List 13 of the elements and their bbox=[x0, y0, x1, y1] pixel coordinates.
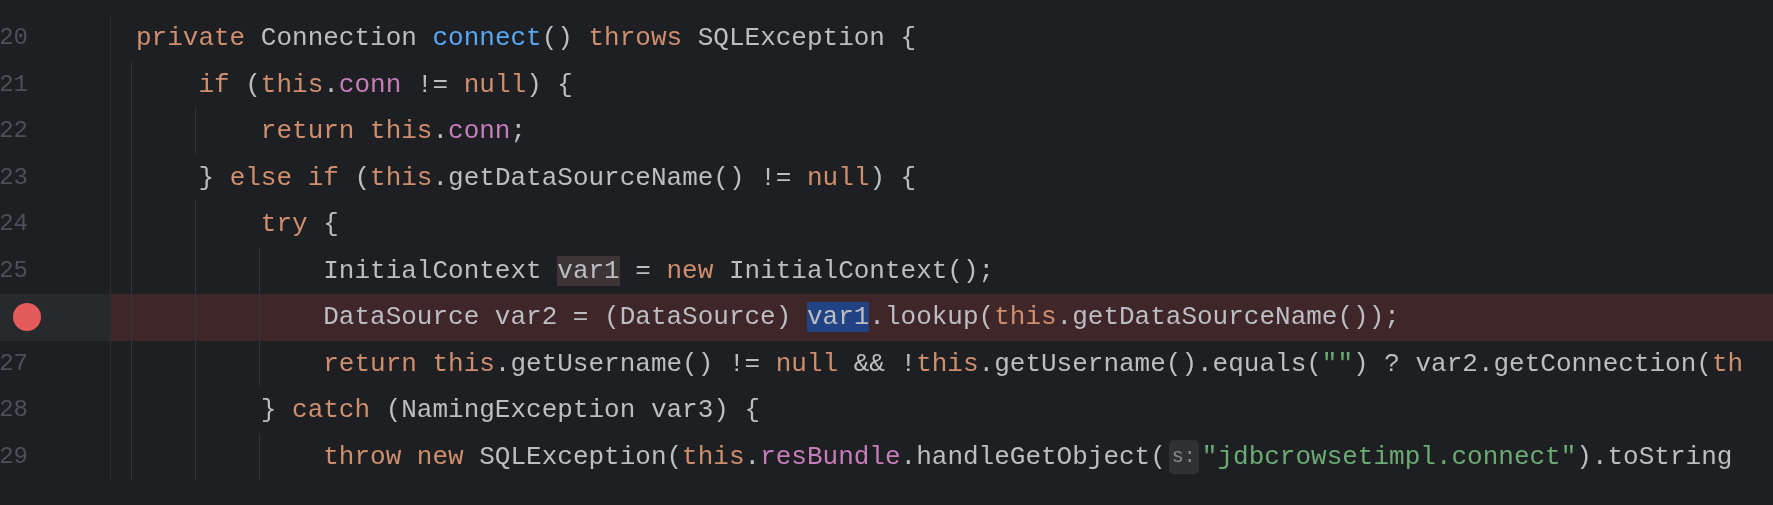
code-text: if (this.conn != null) { bbox=[197, 68, 573, 102]
code-text: } catch (NamingException var3) { bbox=[259, 394, 761, 428]
code-text: return this.conn; bbox=[259, 115, 527, 149]
code-text: private Connection connect() throws SQLException { bbox=[136, 22, 917, 56]
code-text: } else if (this.getDataSourceName() != null) { bbox=[197, 161, 917, 195]
code-text: throw new SQLException(this.resBundle.handleGetObject( bbox=[322, 440, 1166, 474]
code-text: "jdbcrowsetimpl.connect").toString bbox=[1201, 440, 1733, 474]
parameter-hint: s: bbox=[1168, 439, 1199, 474]
code-text: DataSource var2 = (DataSource) var1.lookup(this.getDataSourceName()); bbox=[322, 301, 1400, 335]
code-text: try { bbox=[259, 208, 339, 242]
code-text: return this.getUsername() != null && !this.getUsername().equals("") ? var2.getConnection(th bbox=[322, 347, 1744, 381]
code-text: InitialContext var1 = new InitialContext(); bbox=[322, 254, 995, 288]
breakpoint-icon[interactable] bbox=[13, 303, 41, 331]
